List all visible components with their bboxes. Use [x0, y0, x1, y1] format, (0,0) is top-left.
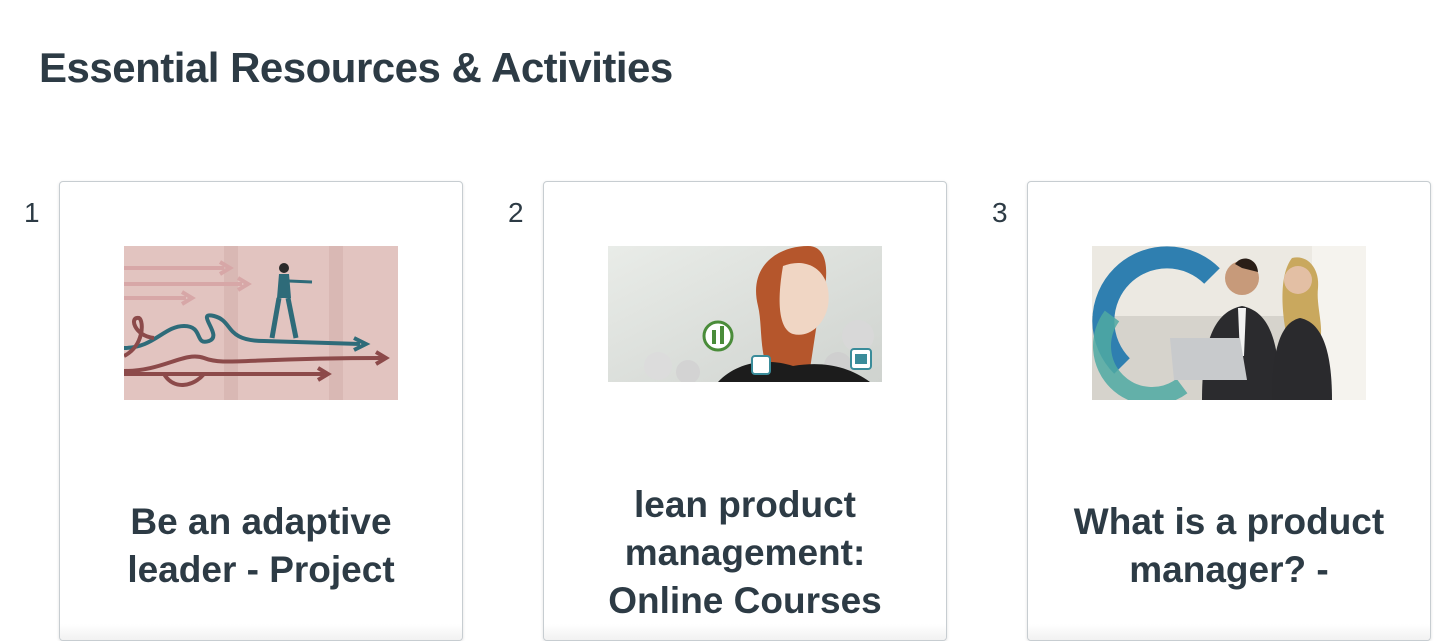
section-title: Essential Resources & Activities	[39, 44, 673, 91]
card-title-1[interactable]: Be an adaptive leader - Project	[80, 498, 442, 594]
card-index-2: 2	[508, 197, 524, 228]
resource-card-1[interactable]: Be an adaptive leader - Project	[59, 181, 463, 641]
resource-card-2[interactable]: lean product management: Online Courses	[543, 181, 947, 641]
card-index-3: 3	[992, 197, 1008, 228]
business-people-laptop-photo	[1092, 246, 1366, 400]
card-index-1: 1	[24, 197, 40, 228]
card-title-2[interactable]: lean product management: Online Courses	[564, 481, 926, 625]
adaptive-leader-illustration	[124, 246, 398, 400]
card-title-3[interactable]: What is a product manager? -	[1048, 498, 1410, 594]
resource-card-3[interactable]: What is a product manager? -	[1027, 181, 1431, 641]
woman-portrait-banner	[608, 246, 882, 382]
